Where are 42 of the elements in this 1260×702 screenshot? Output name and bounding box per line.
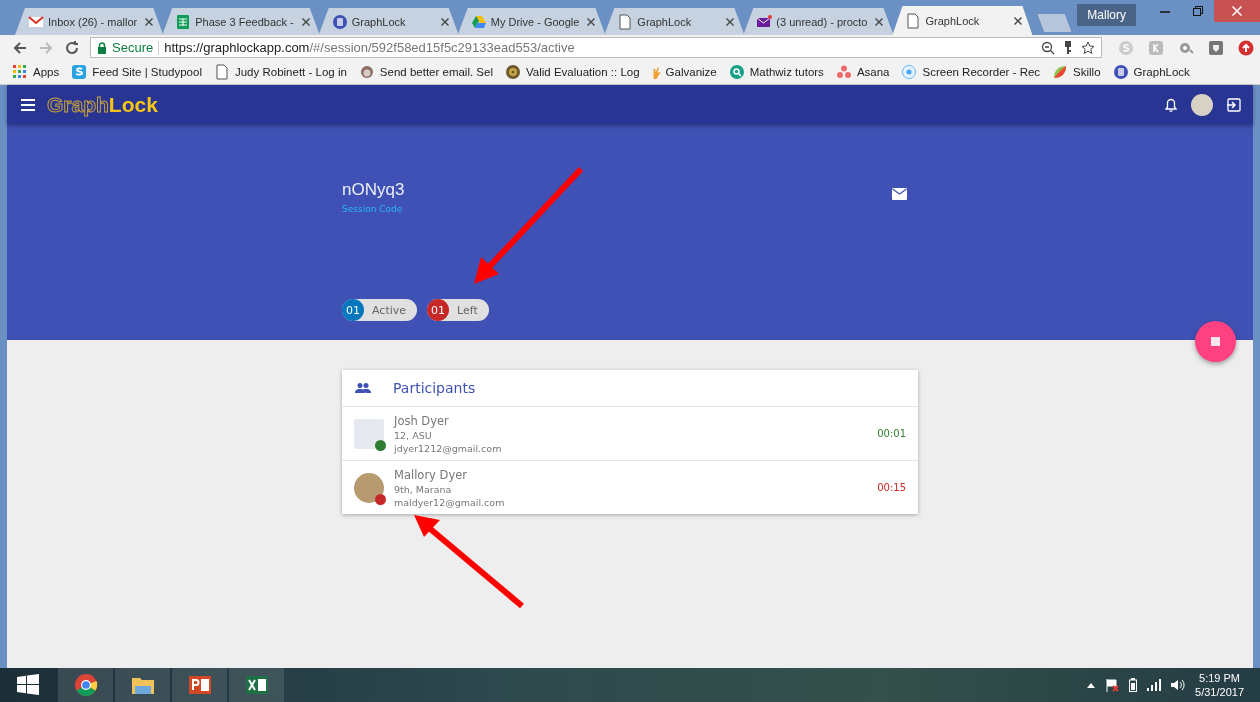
participant-row[interactable]: Mallory Dyer 9th, Marana maldyer12@gmail.com 00:15 <box>342 461 918 514</box>
session-code: nONyq3 <box>342 180 405 200</box>
status-chip: 01 Active <box>342 299 418 321</box>
bookmark[interactable]: Mathwiz tutors <box>728 64 824 80</box>
session-code-label: Session Code <box>342 204 403 214</box>
participant-name: Josh Dyer <box>394 413 450 428</box>
browser-tab[interactable]: Inbox (26) - mallor <box>15 8 164 35</box>
clock-date[interactable]: 5/31/2017 <box>1195 685 1244 699</box>
bookmark[interactable]: Feed Site | Studypool <box>71 64 202 80</box>
card-title: Participants <box>393 380 476 396</box>
elapsed-time: 00:15 <box>877 482 906 493</box>
bookmark[interactable]: Apps <box>12 64 60 80</box>
count-badge: 01 <box>427 299 450 321</box>
bookmark[interactable]: Galvanize <box>651 65 717 79</box>
browser-tab[interactable]: My Drive - Google <box>457 8 606 35</box>
secure-label: Secure <box>112 40 154 55</box>
browser-tab[interactable]: GraphLock <box>604 8 745 35</box>
bookmark[interactable]: GraphLock <box>1112 64 1190 80</box>
participant-detail: 12, ASU <box>394 429 433 441</box>
clock-time[interactable]: 5:19 PM <box>1199 671 1240 685</box>
profile-name[interactable]: Mallory <box>1077 4 1136 26</box>
elapsed-time: 00:01 <box>877 428 906 439</box>
bookmark[interactable]: Judy Robinett - Log in <box>213 64 347 80</box>
bookmark[interactable]: Asana <box>835 64 890 80</box>
url-text: https://graphlockapp.com/#/session/592f58ed15f5c29133ead553/active <box>164 40 575 55</box>
browser-tab[interactable]: (3 unread) - procto <box>743 8 894 35</box>
graphlock-logo: GraphLock <box>47 92 158 117</box>
participant-detail: 9th, Marana <box>394 483 453 495</box>
bookmark[interactable]: Send better email. Sel <box>358 64 493 80</box>
participant-email: jdyer1212@gmail.com <box>394 442 503 454</box>
browser-tab[interactable]: Phase 3 Feedback - <box>162 8 320 35</box>
browser-tab[interactable]: GraphLock <box>318 8 459 35</box>
participant-email: maldyer12@gmail.com <box>394 496 506 508</box>
participant-row[interactable]: Josh Dyer 12, ASU jdyer1212@gmail.com 00:01 <box>342 407 918 461</box>
address-bar[interactable]: Secure https://graphlockapp.com/#/session/592f58ed15f5c29133ead553/active <box>90 37 1102 58</box>
browser-tab[interactable]: GraphLock <box>892 6 1033 35</box>
bookmark[interactable]: Screen Recorder - Rec <box>901 64 1041 80</box>
status-chip: 01 Left <box>427 299 489 321</box>
participant-name: Mallory Dyer <box>394 467 469 482</box>
bookmark[interactable]: Valid Evaluation :: Log <box>505 64 640 80</box>
count-badge: 01 <box>342 299 364 321</box>
bookmark[interactable]: Skillo <box>1052 64 1101 80</box>
